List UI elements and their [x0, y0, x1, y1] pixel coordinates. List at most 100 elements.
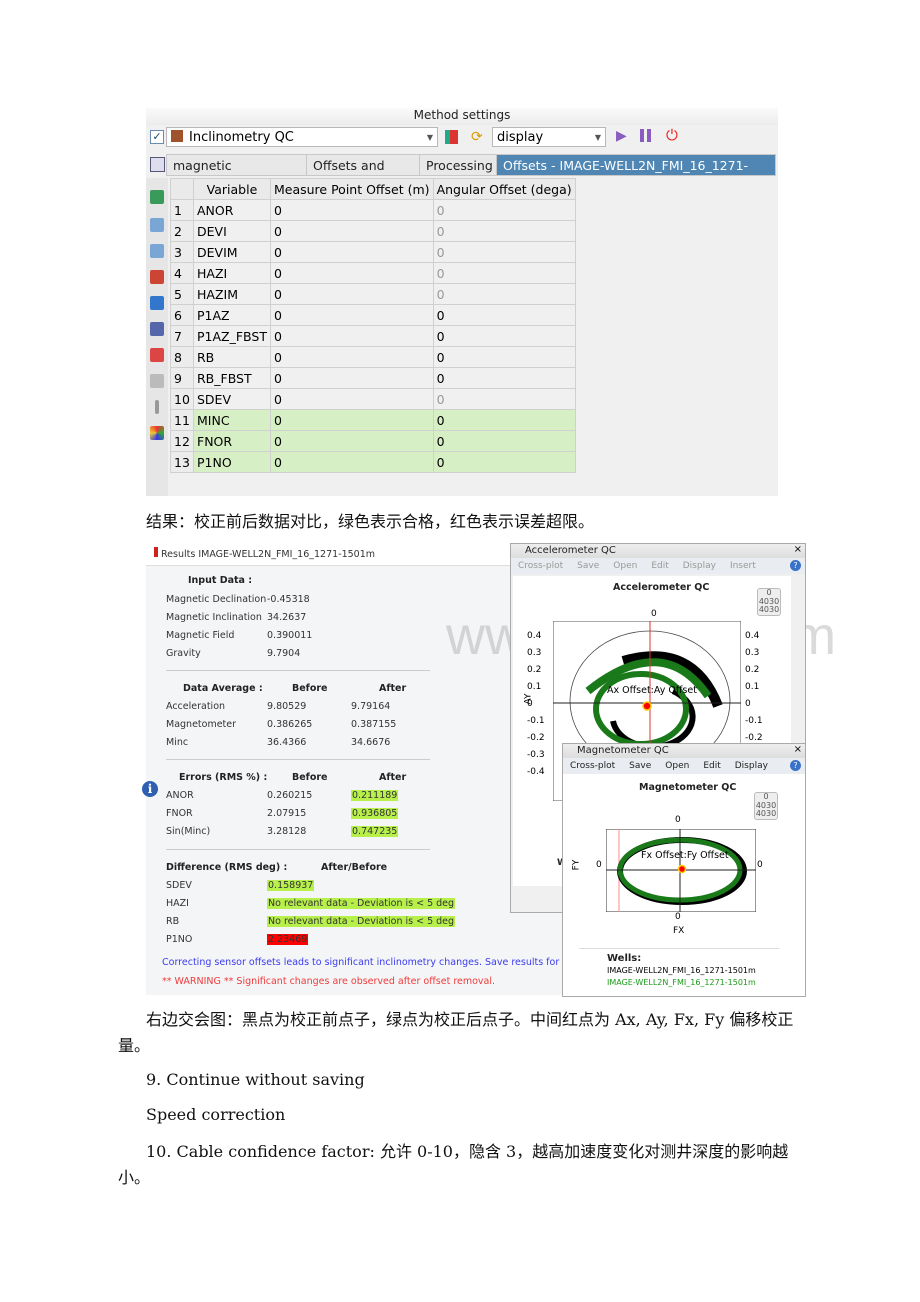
measure-offset-cell[interactable]: 0: [269, 304, 434, 326]
value-before: 0.260215: [267, 790, 313, 801]
variable-cell[interactable]: RB: [193, 346, 271, 368]
close-icon[interactable]: ×: [794, 744, 802, 755]
sort-up-icon[interactable]: [150, 218, 164, 232]
mode-select[interactable]: display ▼: [492, 127, 606, 147]
angular-offset-cell[interactable]: 0: [432, 388, 576, 410]
table-row[interactable]: 8 RB 0 0: [170, 346, 576, 368]
view-box[interactable]: 0 4030 4030: [757, 588, 781, 616]
angular-offset-cell[interactable]: 0: [432, 199, 576, 221]
wrench-icon[interactable]: [155, 400, 159, 414]
table-row[interactable]: 9 RB_FBST 0 0: [170, 367, 576, 389]
angular-offset-cell[interactable]: 0: [432, 304, 576, 326]
variable-cell[interactable]: ANOR: [193, 199, 271, 221]
refresh-icon[interactable]: ⟳: [471, 129, 483, 145]
tab-magnetic-components[interactable]: magnetic Components: [166, 154, 307, 195]
table-row[interactable]: 12 FNOR 0 0: [170, 430, 576, 452]
method-select[interactable]: Inclinometry QC ▼: [166, 127, 438, 147]
variable-cell[interactable]: P1AZ_FBST: [193, 325, 271, 347]
menu-item-cross-plot[interactable]: Cross-plot: [570, 761, 615, 771]
table-row[interactable]: 10 SDEV 0 0: [170, 388, 576, 410]
table-row[interactable]: 6 P1AZ 0 0: [170, 304, 576, 326]
table-row[interactable]: 5 HAZIM 0 0: [170, 283, 576, 305]
measure-offset-cell[interactable]: 0: [269, 409, 434, 431]
measure-offset-cell[interactable]: 0: [269, 346, 434, 368]
copy-icon[interactable]: [150, 374, 164, 388]
variable-cell[interactable]: DEVI: [193, 220, 271, 242]
chart-icon[interactable]: [445, 130, 458, 144]
measure-offset-cell[interactable]: 0: [269, 451, 434, 473]
angular-offset-cell[interactable]: 0: [432, 241, 576, 263]
measure-offset-cell[interactable]: 0: [269, 220, 434, 242]
variable-cell[interactable]: FNOR: [193, 430, 271, 452]
angular-offset-cell[interactable]: 0: [432, 262, 576, 284]
variable-cell[interactable]: HAZI: [193, 262, 271, 284]
palette-icon[interactable]: [150, 426, 164, 440]
variable-cell[interactable]: SDEV: [193, 388, 271, 410]
play-icon[interactable]: ▶: [616, 128, 627, 144]
column-header[interactable]: Angular Offset (dega): [432, 178, 576, 200]
measure-offset-cell[interactable]: 0: [269, 430, 434, 452]
menu-bar: Cross-plot Save Open Edit Display Insert: [511, 558, 805, 574]
divider: [166, 849, 430, 850]
image-icon[interactable]: [150, 348, 164, 362]
close-icon[interactable]: ×: [794, 544, 802, 555]
menu-item-open[interactable]: Open: [665, 761, 689, 771]
angular-offset-cell[interactable]: 0: [432, 220, 576, 242]
variable-cell[interactable]: P1AZ: [193, 304, 271, 326]
menu-item-edit[interactable]: Edit: [651, 561, 668, 571]
menu-item-edit[interactable]: Edit: [703, 761, 720, 771]
angular-offset-cell[interactable]: 0: [432, 451, 576, 473]
angular-offset-cell[interactable]: 0: [432, 325, 576, 347]
menu-item-save[interactable]: Save: [629, 761, 651, 771]
menu-item-cross-plot[interactable]: Cross-plot: [518, 561, 563, 571]
column-header[interactable]: Measure Point Offset (m): [269, 178, 434, 200]
menu-item-save[interactable]: Save: [577, 561, 599, 571]
angular-offset-cell[interactable]: 0: [432, 367, 576, 389]
power-icon[interactable]: ⏻: [666, 126, 678, 144]
swap-icon[interactable]: [150, 270, 164, 284]
measure-offset-cell[interactable]: 0: [269, 283, 434, 305]
table-row[interactable]: 7 P1AZ_FBST 0 0: [170, 325, 576, 347]
angular-offset-cell[interactable]: 0: [432, 283, 576, 305]
pause-icon[interactable]: [640, 129, 644, 142]
table-row[interactable]: 11 MINC 0 0: [170, 409, 576, 431]
menu-item-display[interactable]: Display: [683, 561, 716, 571]
table-row[interactable]: 1 ANOR 0 0: [170, 199, 576, 221]
variable-cell[interactable]: P1NO: [193, 451, 271, 473]
table-row[interactable]: 3 DEVIM 0 0: [170, 241, 576, 263]
help-icon[interactable]: ?: [790, 760, 801, 771]
paragraph: Speed correction: [146, 1105, 286, 1124]
measure-offset-cell[interactable]: 0: [269, 325, 434, 347]
tool-icon[interactable]: [150, 190, 164, 204]
menu-item-insert[interactable]: Insert: [730, 561, 756, 571]
angular-offset-cell[interactable]: 0: [432, 430, 576, 452]
tab-offsets-and-gains[interactable]: Offsets and Gains: [306, 154, 420, 195]
view-box[interactable]: 0 4030 4030: [754, 792, 778, 820]
enable-checkbox[interactable]: ✓: [150, 130, 164, 144]
menu-item-open[interactable]: Open: [613, 561, 637, 571]
angular-offset-cell[interactable]: 0: [432, 346, 576, 368]
measure-offset-cell[interactable]: 0: [269, 199, 434, 221]
move-icon[interactable]: [150, 296, 164, 310]
save-icon[interactable]: [150, 322, 164, 336]
measure-offset-cell[interactable]: 0: [269, 241, 434, 263]
table-row[interactable]: 2 DEVI 0 0: [170, 220, 576, 242]
measure-offset-cell[interactable]: 0: [269, 262, 434, 284]
sort-down-icon[interactable]: [150, 244, 164, 258]
help-icon[interactable]: ?: [790, 560, 801, 571]
menu-item-display[interactable]: Display: [735, 761, 768, 771]
variable-cell[interactable]: HAZIM: [193, 283, 271, 305]
y-tick-left: 0.1: [527, 682, 542, 692]
variable-cell[interactable]: MINC: [193, 409, 271, 431]
table-row[interactable]: 13 P1NO 0 0: [170, 451, 576, 473]
tab-processing[interactable]: Processing: [419, 154, 497, 176]
measure-offset-cell[interactable]: 0: [269, 367, 434, 389]
measure-offset-cell[interactable]: 0: [269, 388, 434, 410]
variable-cell[interactable]: RB_FBST: [193, 367, 271, 389]
column-header[interactable]: Variable: [193, 178, 271, 200]
angular-offset-cell[interactable]: 0: [432, 409, 576, 431]
tab-offsets-well[interactable]: Offsets - IMAGE-WELL2N_FMI_16_1271-1501m: [496, 154, 776, 195]
variable-cell[interactable]: DEVIM: [193, 241, 271, 263]
table-row[interactable]: 4 HAZI 0 0: [170, 262, 576, 284]
table-icon[interactable]: [150, 157, 165, 172]
